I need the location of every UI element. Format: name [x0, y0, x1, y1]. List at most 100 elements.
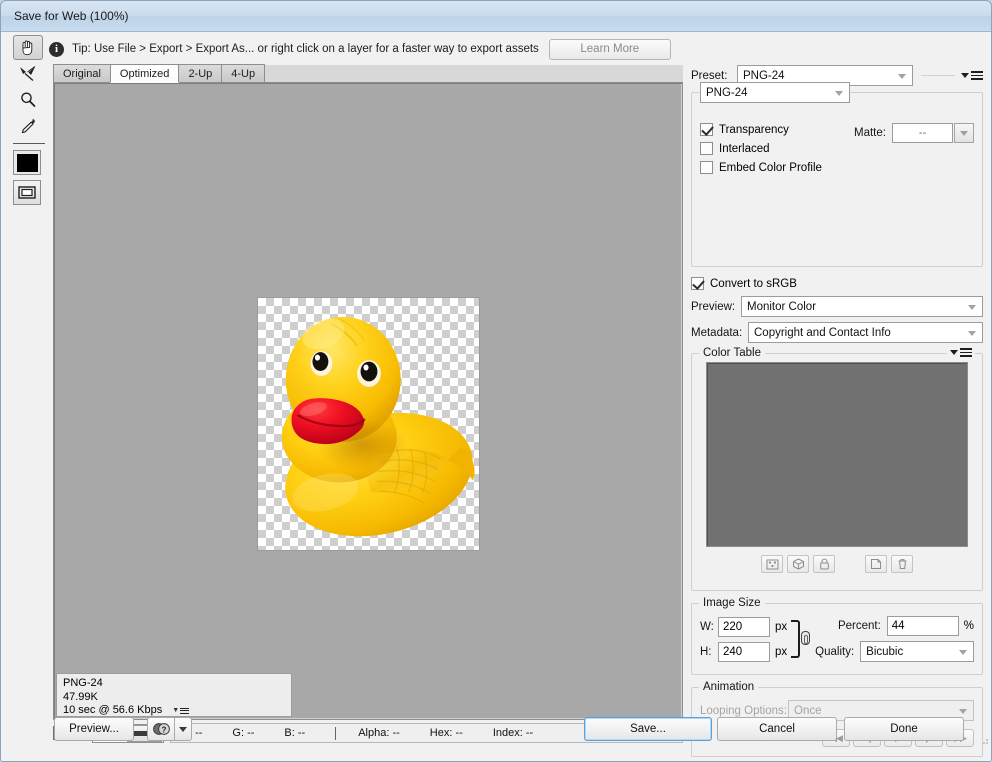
height-unit: px [775, 645, 788, 658]
preset-label: Preset: [691, 69, 728, 82]
interlaced-label: Interlaced [719, 142, 770, 155]
delete-color-button[interactable] [891, 555, 913, 573]
tools-panel [13, 35, 47, 205]
save-for-web-window: Save for Web (100%) i Tip: Use File > Ex… [0, 0, 992, 762]
file-format-select[interactable]: PNG-24 [700, 82, 850, 103]
slices-visibility-icon [18, 186, 36, 199]
tip-bar: i Tip: Use File > Export > Export As... … [49, 35, 985, 63]
hand-icon [22, 40, 33, 56]
preview-canvas[interactable]: PNG-24 47.99K 10 sec @ 56.6 Kbps ▼ [53, 83, 683, 720]
eyedropper-icon [21, 119, 35, 134]
settings-panel: Preset: PNG-24 PNG-24 Transparency Inter… [691, 65, 983, 757]
matte-label: Matte: [854, 127, 886, 139]
zoom-tool-button[interactable] [13, 87, 43, 112]
learn-more-button[interactable]: Learn More [548, 38, 671, 60]
embed-color-profile-checkbox[interactable]: Embed Color Profile [700, 161, 854, 174]
quality-label: Quality: [815, 645, 855, 658]
animation-title: Animation [699, 681, 759, 693]
new-color-button[interactable] [865, 555, 887, 573]
info-filesize: 47.99K [63, 690, 98, 703]
color-table-group: Color Table [691, 346, 983, 591]
help-dropdown-button[interactable] [175, 717, 192, 741]
lock-icon [819, 558, 829, 570]
slice-select-tool-button[interactable] [13, 61, 43, 86]
dialog-body: i Tip: Use File > Export > Export As... … [1, 32, 991, 761]
svg-text:?: ? [161, 725, 166, 734]
chevron-down-icon [898, 73, 906, 79]
preview-button[interactable]: Preview... [54, 717, 134, 741]
resize-grip-icon[interactable] [979, 735, 989, 745]
constrain-proportions-toggle[interactable] [789, 618, 815, 660]
quality-value: Bicubic [866, 645, 904, 658]
color-table-buttons [696, 555, 978, 573]
menu-bars-icon [960, 346, 972, 359]
preset-value: PNG-24 [743, 69, 785, 82]
chevron-down-icon [835, 90, 843, 96]
snap-to-web-button[interactable] [761, 555, 783, 573]
foreground-color-swatch[interactable] [13, 150, 41, 175]
chevron-down-icon [961, 73, 969, 78]
window-titlebar: Save for Web (100%) [1, 1, 991, 32]
cancel-button[interactable]: Cancel [717, 717, 837, 741]
toggle-slices-visibility-button[interactable] [13, 180, 41, 205]
eyedropper-tool-button[interactable] [13, 113, 43, 138]
metadata-select[interactable]: Copyright and Contact Info [748, 322, 983, 343]
save-button[interactable]: Save... [584, 717, 712, 741]
color-table-swatches[interactable] [706, 362, 968, 547]
preview-tabs: Original Optimized 2-Up 4-Up [53, 64, 683, 83]
width-label: W: [700, 620, 714, 633]
preview-color-label: Preview: [691, 300, 736, 313]
convert-to-srgb-label: Convert to sRGB [710, 277, 797, 290]
link-chain-icon [801, 631, 811, 645]
embed-color-profile-label: Embed Color Profile [719, 161, 822, 174]
tip-text: Tip: Use File > Export > Export As... or… [72, 43, 539, 55]
chevron-down-icon [960, 130, 969, 136]
lock-color-button[interactable] [813, 555, 835, 573]
tab-4up[interactable]: 4-Up [221, 64, 266, 82]
help-button[interactable]: ? [147, 717, 175, 741]
interlaced-checkbox[interactable]: Interlaced [700, 142, 854, 155]
preview-color-select[interactable]: Monitor Color [741, 296, 983, 317]
metadata-row: Metadata: Copyright and Contact Info [691, 322, 983, 343]
quality-select[interactable]: Bicubic [860, 641, 974, 662]
matte-color-field[interactable]: -- [891, 123, 954, 143]
snap-to-web-icon [766, 559, 778, 569]
convert-to-srgb-checkbox[interactable]: Convert to sRGB [691, 277, 983, 290]
color-table-panel-menu-icon[interactable] [947, 346, 975, 359]
transparency-label: Transparency [719, 123, 789, 136]
done-button[interactable]: Done [844, 717, 964, 741]
file-format-value: PNG-24 [706, 86, 748, 99]
format-options-group: PNG-24 Transparency Interlaced Embed Col… [691, 82, 983, 267]
checkbox-box [700, 161, 713, 174]
trash-icon [898, 559, 906, 569]
image-size-group: Image Size W: 220 px H: 240 px Percent: … [691, 597, 983, 675]
chevron-down-icon [950, 349, 958, 355]
cube-icon [792, 558, 804, 570]
image-size-title: Image Size [699, 597, 765, 609]
width-input[interactable]: 220 [718, 616, 770, 637]
optimization-info-box: PNG-24 47.99K 10 sec @ 56.6 Kbps ▼ [56, 673, 292, 717]
menu-bars-icon [971, 69, 983, 82]
help-icon: ? [152, 723, 170, 735]
percent-input[interactable]: 44 [886, 616, 959, 636]
lock-transparency-button[interactable] [787, 555, 809, 573]
transparency-checkbox[interactable]: Transparency [700, 123, 854, 136]
tab-optimized[interactable]: Optimized [109, 64, 180, 83]
height-input[interactable]: 240 [718, 641, 770, 662]
checkbox-box [691, 277, 704, 290]
metadata-value: Copyright and Contact Info [754, 326, 891, 339]
rubber-duck-image [281, 316, 475, 537]
preview-color-value: Monitor Color [747, 300, 817, 313]
hand-tool-button[interactable] [13, 35, 43, 60]
tab-2up[interactable]: 2-Up [178, 64, 223, 82]
preview-pane: Original Optimized 2-Up 4-Up PNG-24 47.9… [53, 64, 683, 720]
matte-dropdown-button[interactable] [954, 123, 974, 143]
preset-panel-menu-icon[interactable] [961, 69, 983, 82]
preset-row-divider [921, 75, 955, 76]
tab-original[interactable]: Original [53, 64, 111, 82]
slice-icon [19, 66, 35, 81]
metadata-label: Metadata: [691, 326, 743, 339]
percent-label: Percent: [837, 620, 881, 632]
chevron-down-icon [179, 726, 187, 732]
toolbar-divider [13, 143, 45, 144]
